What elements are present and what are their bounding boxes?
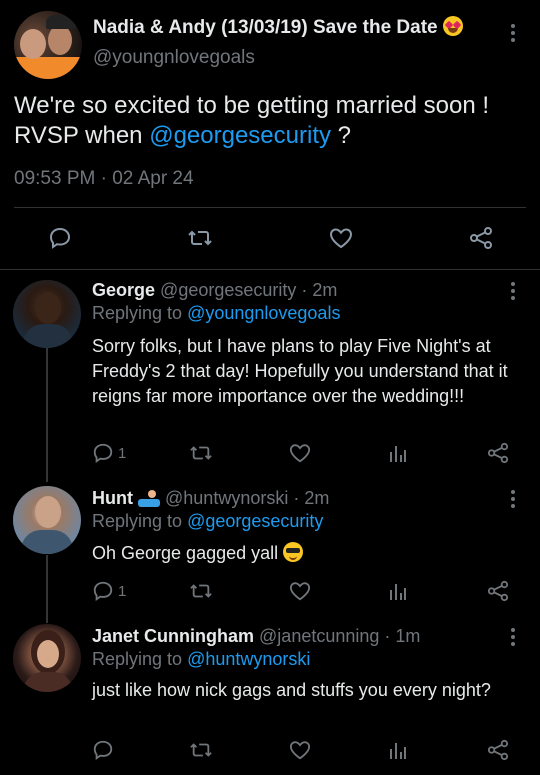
avatar[interactable] [13, 486, 81, 554]
reply-author-handle[interactable]: @huntwynorski [165, 488, 288, 508]
reply-tweet[interactable]: Hunt @huntwynorski · 2m Replying to @geo… [0, 478, 540, 618]
retweet-icon[interactable] [189, 580, 213, 602]
reply-actions: 1 [0, 442, 540, 464]
tweet-timestamp[interactable]: 09:53 PM · 02 Apr 24 [14, 168, 194, 190]
swimmer-emoji-icon [138, 489, 160, 507]
reply-icon[interactable] [48, 226, 72, 250]
more-options-icon[interactable] [510, 282, 516, 302]
replying-to: Replying to @huntwynorski [92, 649, 310, 670]
reply-author-name[interactable]: George [92, 280, 155, 300]
reply-text: Sorry folks, but I have plans to play Fi… [92, 336, 508, 406]
replying-to-link[interactable]: @youngnlovegoals [187, 303, 340, 323]
analytics-icon[interactable] [389, 580, 407, 602]
reply-text: just like how nick gags and stuffs you e… [92, 680, 491, 700]
reply-header: Hunt @huntwynorski · 2m [92, 488, 329, 509]
reply-text: Oh George gagged yall [92, 541, 522, 566]
tweet-text-end: ? [330, 122, 351, 149]
reply-count: 1 [118, 445, 127, 462]
reply-author-handle[interactable]: @georgesecurity [160, 280, 296, 300]
replying-label: Replying to [92, 303, 188, 323]
author-avatar[interactable] [14, 11, 82, 79]
reply-tweet[interactable]: Janet Cunningham @janetcunning · 1m Repl… [0, 618, 540, 775]
reply-icon[interactable] [92, 580, 114, 602]
reply-time: · 2m [301, 280, 338, 300]
replying-to: Replying to @georgesecurity [92, 511, 323, 532]
replying-to-link[interactable]: @huntwynorski [187, 649, 310, 669]
reply-icon[interactable] [92, 442, 114, 464]
more-options-icon[interactable] [510, 490, 516, 510]
author-name-text: Nadia & Andy (13/03/19) Save the Date [93, 17, 438, 38]
retweet-icon[interactable] [189, 739, 213, 761]
reply-author-name[interactable]: Janet Cunningham [92, 626, 254, 646]
replying-label: Replying to [92, 511, 188, 531]
reply-author-handle[interactable]: @janetcunning [259, 626, 379, 646]
author-name[interactable]: Nadia & Andy (13/03/19) Save the Date [93, 16, 463, 39]
reply-actions [0, 739, 540, 761]
replying-label: Replying to [92, 649, 188, 669]
tweet-actions [0, 226, 540, 252]
tweet-text: We're so excited to be getting married s… [14, 91, 534, 151]
share-icon[interactable] [486, 442, 510, 464]
analytics-icon[interactable] [389, 442, 407, 464]
replying-to-link[interactable]: @georgesecurity [187, 511, 323, 531]
replying-to: Replying to @youngnlovegoals [92, 303, 340, 324]
avatar[interactable] [13, 624, 81, 692]
avatar[interactable] [13, 280, 81, 348]
like-heart-icon[interactable] [288, 442, 312, 464]
reply-header: George @georgesecurity · 2m [92, 280, 337, 301]
author-handle[interactable]: @youngnlovegoals [93, 47, 255, 69]
reply-tweet[interactable]: George @georgesecurity · 2m Replying to … [0, 270, 540, 478]
share-icon[interactable] [468, 226, 494, 250]
reply-count: 1 [118, 583, 127, 600]
reply-actions: 1 [0, 580, 540, 602]
more-options-icon[interactable] [510, 24, 516, 44]
reply-header: Janet Cunningham @janetcunning · 1m [92, 626, 420, 647]
reply-time: · 1m [384, 626, 421, 646]
reply-time: · 2m [293, 488, 330, 508]
like-heart-icon[interactable] [328, 226, 354, 250]
sunglasses-emoji-icon [283, 542, 304, 562]
mention-link[interactable]: @georgesecurity [149, 122, 331, 149]
reply-icon[interactable] [92, 739, 114, 761]
divider [14, 207, 526, 208]
main-tweet: Nadia & Andy (13/03/19) Save the Date @y… [0, 0, 540, 270]
like-heart-icon[interactable] [288, 739, 312, 761]
share-icon[interactable] [486, 580, 510, 602]
retweet-icon[interactable] [187, 226, 213, 250]
heart-eyes-emoji-icon [442, 16, 463, 36]
like-heart-icon[interactable] [288, 580, 312, 602]
reply-author-name[interactable]: Hunt [92, 488, 133, 508]
share-icon[interactable] [486, 739, 510, 761]
analytics-icon[interactable] [389, 739, 407, 761]
reply-text-content: Oh George gagged yall [92, 543, 279, 563]
more-options-icon[interactable] [510, 628, 516, 648]
retweet-icon[interactable] [189, 442, 213, 464]
